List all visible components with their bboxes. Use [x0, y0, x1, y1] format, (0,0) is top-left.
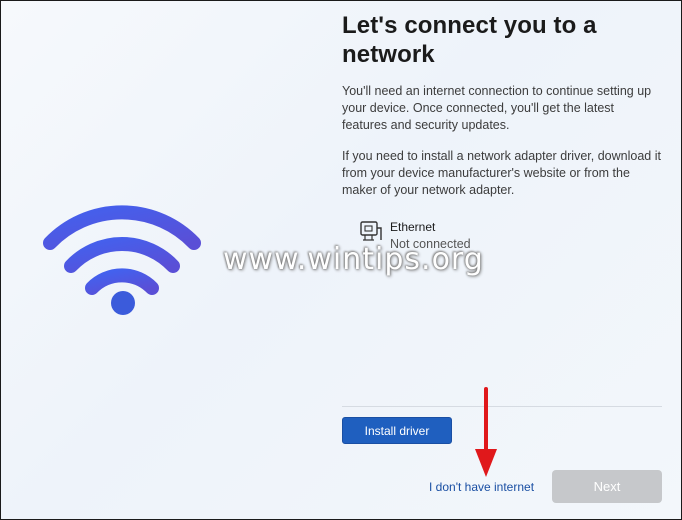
divider [342, 406, 662, 407]
watermark-text: www.wintips.org [223, 242, 484, 277]
content-panel: Let's connect you to a network You'll ne… [342, 11, 662, 251]
network-name: Ethernet [390, 220, 436, 234]
page-title-line1: Let's connect you to a [342, 12, 597, 39]
page-title-line2: network [342, 41, 435, 68]
next-button[interactable]: Next [552, 470, 662, 503]
install-driver-button[interactable]: Install driver [342, 417, 452, 444]
driver-help-text: If you need to install a network adapter… [342, 149, 661, 197]
annotation-arrow-icon [475, 387, 497, 477]
setup-window: Let's connect you to a network You'll ne… [0, 0, 682, 520]
no-internet-link[interactable]: I don't have internet [429, 480, 534, 494]
wifi-icon [37, 191, 207, 321]
page-title: Let's connect you to a network [342, 11, 662, 69]
ethernet-icon [358, 218, 384, 244]
intro-text: You'll need an internet connection to co… [342, 84, 652, 132]
